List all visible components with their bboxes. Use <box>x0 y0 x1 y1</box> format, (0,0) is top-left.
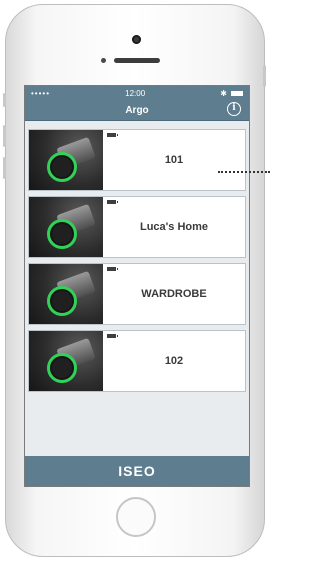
lock-item-wardrobe[interactable]: WARDROBE <box>28 263 246 325</box>
bluetooth-icon: ✱ <box>220 88 227 98</box>
iseo-logo: ISEO <box>118 463 156 479</box>
power-button <box>263 65 266 87</box>
status-time: 12:00 <box>125 88 146 98</box>
info-icon[interactable]: i <box>227 102 241 116</box>
lock-item-102[interactable]: 102 <box>28 330 246 392</box>
home-button[interactable] <box>116 497 156 537</box>
lock-name: 102 <box>164 355 184 367</box>
signal-indicator: ••••• <box>31 88 51 98</box>
lock-cylinder-image <box>29 197 103 257</box>
app-screen: ••••• 12:00 ✱ Argo i 101 Luca's Home WAR… <box>24 85 250 487</box>
earpiece-speaker <box>114 58 160 63</box>
lock-list: 101 Luca's Home WARDROBE 102 <box>25 121 249 392</box>
lock-name: Luca's Home <box>139 221 209 233</box>
lock-item-101[interactable]: 101 <box>28 129 246 191</box>
volume-up-button <box>3 125 6 147</box>
lock-cylinder-image <box>29 264 103 324</box>
lock-name: WARDROBE <box>141 288 207 300</box>
nav-bar: Argo i <box>25 100 249 121</box>
lock-item-lucas-home[interactable]: Luca's Home <box>28 196 246 258</box>
volume-down-button <box>3 157 6 179</box>
status-bar: ••••• 12:00 ✱ <box>25 86 249 100</box>
lock-name: 101 <box>164 154 184 166</box>
mute-switch <box>3 93 6 107</box>
lock-cylinder-image <box>29 130 103 190</box>
front-camera <box>132 35 141 44</box>
footer-bar: ISEO <box>25 456 249 486</box>
annotation-dotted-line <box>218 171 270 173</box>
lock-cylinder-image <box>29 331 103 391</box>
battery-icon <box>231 90 243 96</box>
page-title: Argo <box>125 104 149 116</box>
proximity-sensor <box>101 58 106 63</box>
